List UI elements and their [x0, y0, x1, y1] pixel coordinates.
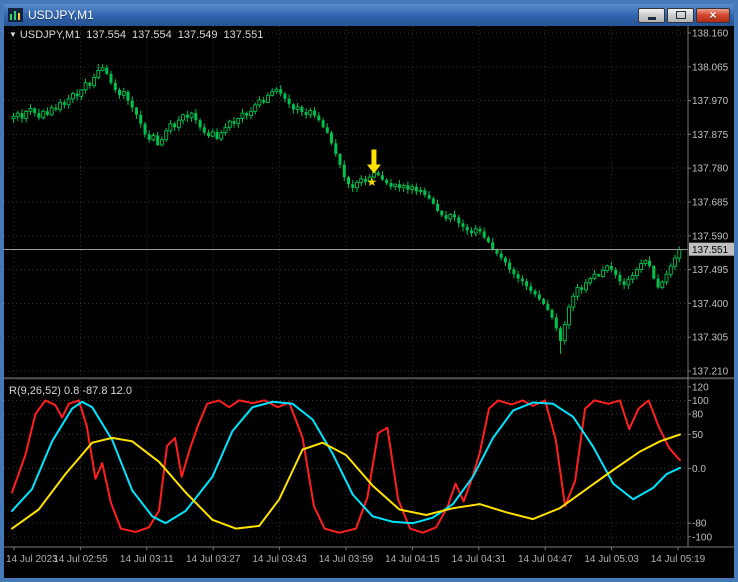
minimize-button[interactable]: [638, 7, 665, 23]
symbol-dropdown-icon[interactable]: ▼: [9, 30, 17, 39]
svg-text:137.551: 137.551: [692, 245, 729, 256]
maximize-icon: [675, 11, 686, 19]
window-title: USDJPY,M1: [28, 8, 94, 22]
chart-window: USDJPY,M1 × ★ 138.160 138.065 137.970 137.87…: [0, 0, 738, 582]
time-axis-label: 14 Jul 04:15: [385, 554, 440, 565]
time-axis-label: 14 Jul 03:11: [120, 554, 174, 565]
indicator-axis-label: 100: [692, 396, 709, 407]
close-button[interactable]: ×: [696, 7, 730, 23]
star-annotation[interactable]: ★: [366, 175, 377, 189]
time-axis-label: 14 Jul 03:59: [319, 554, 374, 565]
indicator-axis-label: 80: [692, 410, 704, 421]
window-controls: ×: [638, 7, 730, 23]
indicator-axis-label: 120: [692, 382, 709, 393]
chart-background: [4, 26, 734, 578]
price-axis-label: 138.160: [692, 29, 729, 40]
time-axis-label: 14 Jul 05:19: [651, 554, 706, 565]
price-axis-label: 137.400: [692, 299, 729, 310]
price-axis-label: 137.685: [692, 198, 729, 209]
time-axis-label: 14 Jul 03:27: [186, 554, 241, 565]
indicator-axis-label: -80: [692, 519, 707, 530]
chart-icon: [8, 8, 23, 22]
time-axis-label: 14 Jul 04:31: [452, 554, 507, 565]
price-axis-label: 137.495: [692, 265, 729, 276]
price-axis-label: 137.305: [692, 333, 729, 344]
time-axis-label: 14 Jul 03:43: [252, 554, 307, 565]
minimize-icon: [647, 16, 656, 20]
price-axis-label: 137.970: [692, 96, 729, 107]
window-titlebar[interactable]: USDJPY,M1 ×: [4, 4, 734, 26]
chart-canvas[interactable]: ★ 138.160 138.065 137.970 137.875 137.780 137.…: [4, 26, 734, 578]
indicator-axis-label: -100: [692, 532, 712, 543]
price-axis-label: 137.210: [692, 367, 729, 378]
price-axis-label: 137.590: [692, 231, 729, 242]
time-axis-label: 14 Jul 2023: [6, 554, 58, 565]
indicator-axis-label: 0.0: [692, 464, 706, 475]
time-axis-label: 14 Jul 05:03: [584, 554, 639, 565]
current-price-tag: 137.551: [689, 242, 734, 256]
chart-area[interactable]: ★ 138.160 138.065 137.970 137.875 137.780 137.…: [4, 26, 734, 578]
price-axis-label: 138.065: [692, 62, 729, 73]
time-axis-label: 14 Jul 02:55: [53, 554, 108, 565]
price-axis-label: 137.780: [692, 164, 729, 175]
indicator-axis-label: 50: [692, 430, 704, 441]
price-axis-label: 137.875: [692, 130, 729, 141]
maximize-button[interactable]: [667, 7, 694, 23]
time-axis-label: 14 Jul 04:47: [518, 554, 573, 565]
